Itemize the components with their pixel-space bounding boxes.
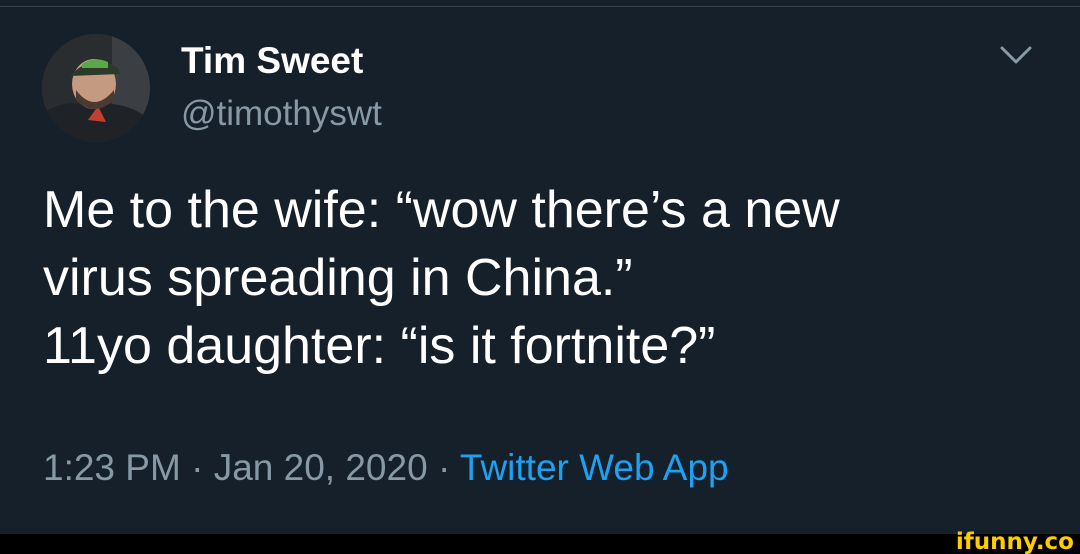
chevron-down-icon[interactable] bbox=[996, 40, 1036, 72]
tweet-meta: 1:23 PM · Jan 20, 2020 · Twitter Web App bbox=[43, 446, 729, 490]
watermark-logo: ifunny.co bbox=[955, 529, 1074, 554]
user-handle[interactable]: @timothyswt bbox=[181, 94, 382, 134]
tweet-line: Me to the wife: “wow there’s a new bbox=[43, 181, 840, 239]
top-divider bbox=[0, 6, 1080, 7]
tweet-date[interactable]: Jan 20, 2020 bbox=[214, 447, 428, 488]
display-name[interactable]: Tim Sweet bbox=[181, 40, 363, 82]
tweet-text: Me to the wife: “wow there’s a new virus… bbox=[43, 176, 1043, 380]
watermark-bar bbox=[0, 534, 1080, 554]
tweet-line: virus spreading in China.” bbox=[43, 249, 633, 307]
tweet-source-link[interactable]: Twitter Web App bbox=[460, 447, 729, 488]
tweet-time[interactable]: 1:23 PM bbox=[43, 447, 181, 488]
meta-separator: · bbox=[437, 447, 451, 488]
meta-separator: · bbox=[191, 447, 204, 488]
avatar[interactable] bbox=[42, 34, 150, 142]
tweet-screenshot: Tim Sweet @timothyswt Me to the wife: “w… bbox=[0, 0, 1080, 554]
tweet-line: 11yo daughter: “is it fortnite?” bbox=[43, 317, 716, 375]
